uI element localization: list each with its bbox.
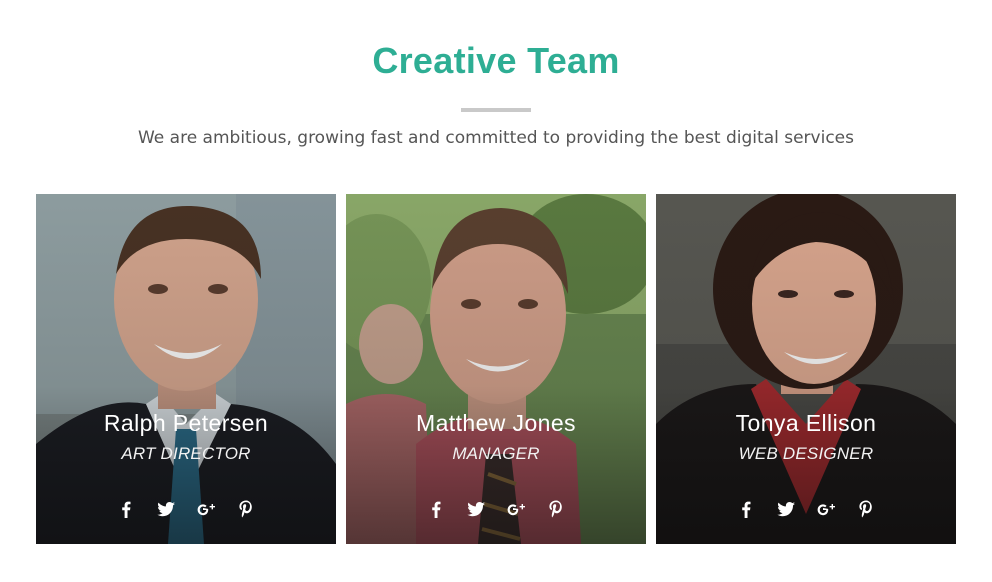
google-plus-icon[interactable] xyxy=(195,498,217,520)
team-card-matthew-jones: Matthew Jones MANAGER xyxy=(346,194,646,544)
member-name: Tonya Ellison xyxy=(735,410,877,436)
twitter-icon[interactable] xyxy=(775,498,797,520)
card-overlay xyxy=(36,194,336,544)
social-links xyxy=(656,498,956,524)
google-plus-icon[interactable] xyxy=(815,498,837,520)
team-grid: Ralph Petersen ART DIRECTOR Matthew Jone… xyxy=(36,194,956,544)
twitter-icon[interactable] xyxy=(155,498,177,520)
member-role: ART DIRECTOR xyxy=(121,444,251,463)
section-subtitle: We are ambitious, growing fast and commi… xyxy=(137,128,854,148)
pinterest-icon[interactable] xyxy=(545,498,567,520)
member-name: Ralph Petersen xyxy=(103,410,269,436)
card-overlay xyxy=(346,194,646,544)
member-role: WEB DESIGNER xyxy=(738,444,874,463)
pinterest-icon[interactable] xyxy=(235,498,257,520)
section-title: Creative Team xyxy=(372,40,620,81)
pinterest-icon[interactable] xyxy=(855,498,877,520)
team-card-tonya-ellison: Tonya Ellison WEB DESIGNER xyxy=(656,194,956,544)
member-role: MANAGER xyxy=(452,444,540,463)
team-card-ralph-petersen: Ralph Petersen ART DIRECTOR xyxy=(36,194,336,544)
member-name: Matthew Jones xyxy=(416,410,576,436)
google-plus-icon[interactable] xyxy=(505,498,527,520)
social-links xyxy=(36,498,336,524)
card-overlay xyxy=(656,194,956,544)
facebook-icon[interactable] xyxy=(735,498,757,520)
social-links xyxy=(346,498,646,524)
facebook-icon[interactable] xyxy=(115,498,137,520)
facebook-icon[interactable] xyxy=(425,498,447,520)
title-divider xyxy=(461,108,531,112)
twitter-icon[interactable] xyxy=(465,498,487,520)
